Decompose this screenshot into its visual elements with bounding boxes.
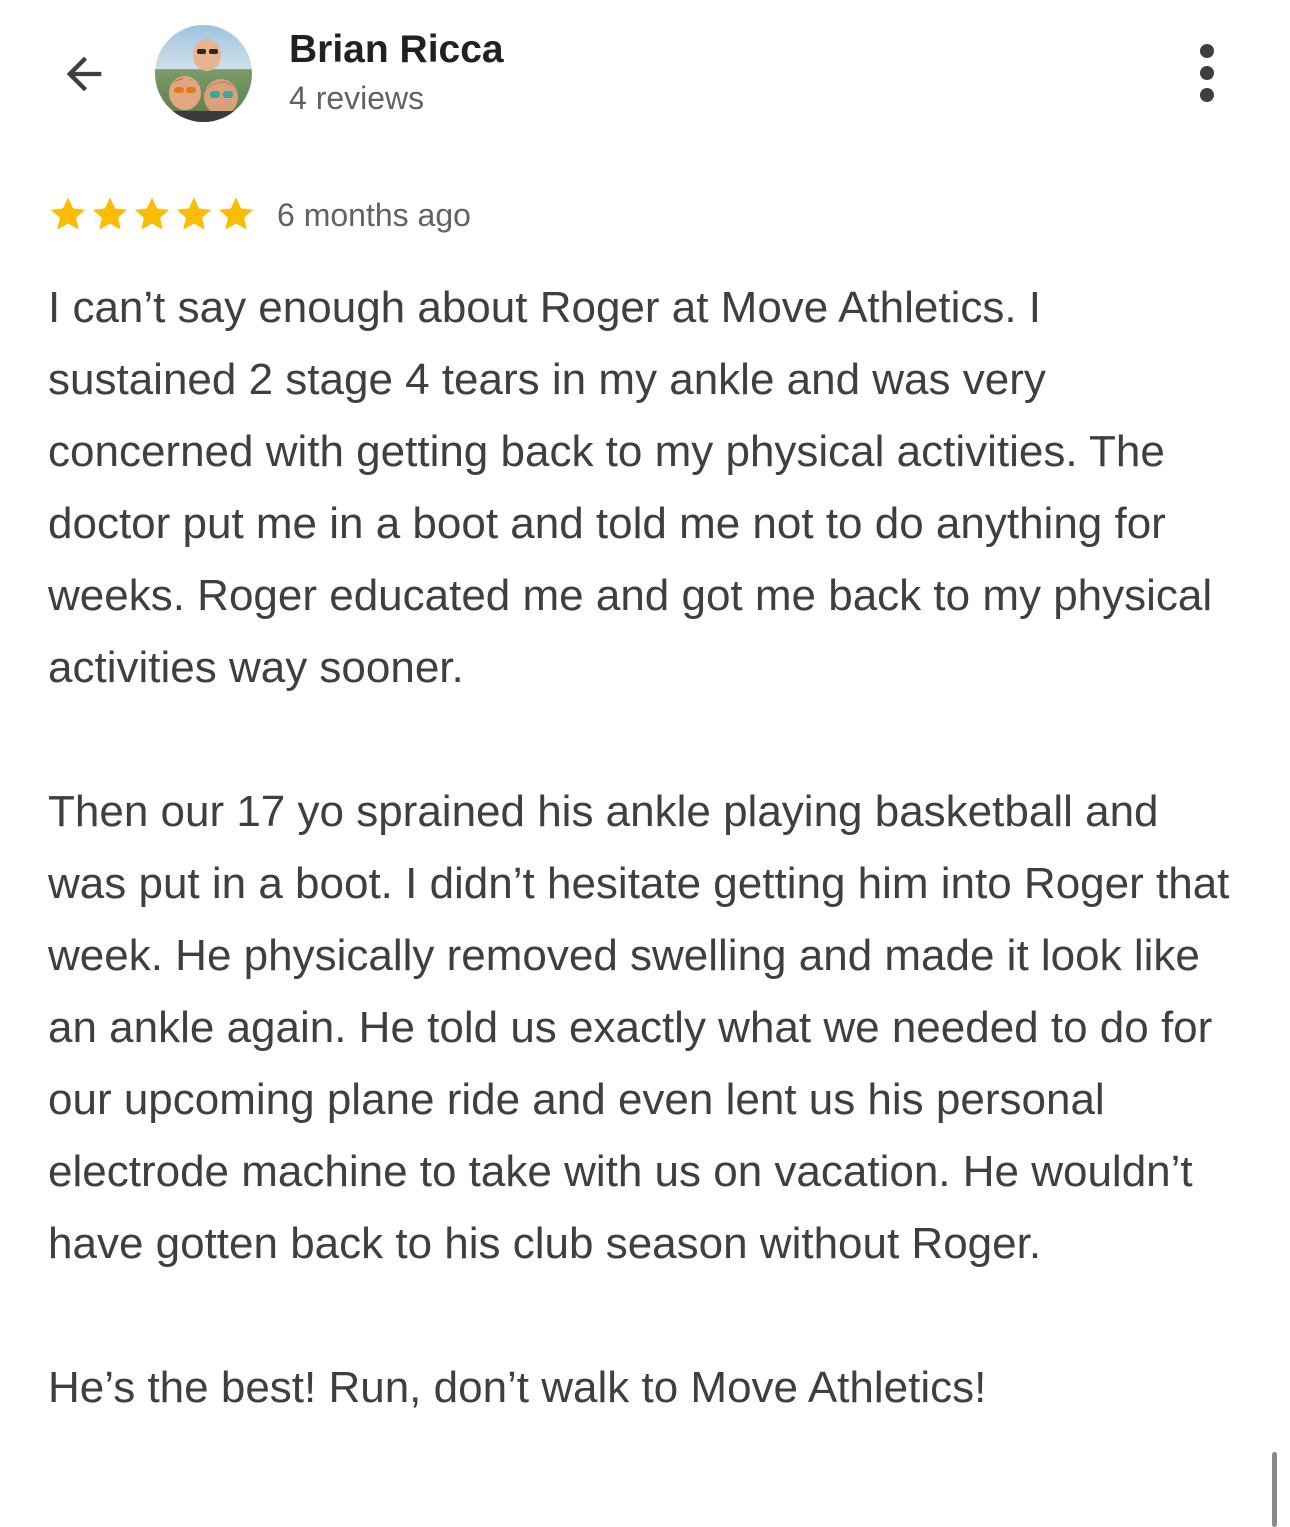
arrow-back-icon <box>66 56 102 92</box>
review-paragraph: Then our 17 yo sprained his ankle playin… <box>48 787 1230 1268</box>
star-icon <box>176 197 212 230</box>
back-button[interactable] <box>50 40 118 108</box>
reviewer-name[interactable]: Brian Ricca <box>289 28 504 72</box>
star-icon <box>218 197 254 230</box>
review-count[interactable]: 4 reviews <box>289 80 424 117</box>
rating-row: 6 months ago <box>47 190 471 240</box>
star-icon <box>134 197 170 230</box>
star-icon <box>50 197 86 230</box>
more-options-button[interactable] <box>1184 40 1230 106</box>
star-rating <box>47 190 257 240</box>
review-header: Brian Ricca 4 reviews <box>0 0 1290 150</box>
star-icon <box>92 197 128 230</box>
scrollbar-thumb[interactable] <box>1272 1452 1277 1527</box>
more-vert-icon <box>1200 44 1214 102</box>
review-date: 6 months ago <box>277 196 471 233</box>
review-text: I can’t say enough about Roger at Move A… <box>48 272 1238 1424</box>
review-paragraph: I can’t say enough about Roger at Move A… <box>48 283 1213 692</box>
reviewer-avatar[interactable] <box>155 25 252 122</box>
review-paragraph: He’s the best! Run, don’t walk to Move A… <box>48 1363 987 1412</box>
avatar-photo <box>155 25 252 122</box>
